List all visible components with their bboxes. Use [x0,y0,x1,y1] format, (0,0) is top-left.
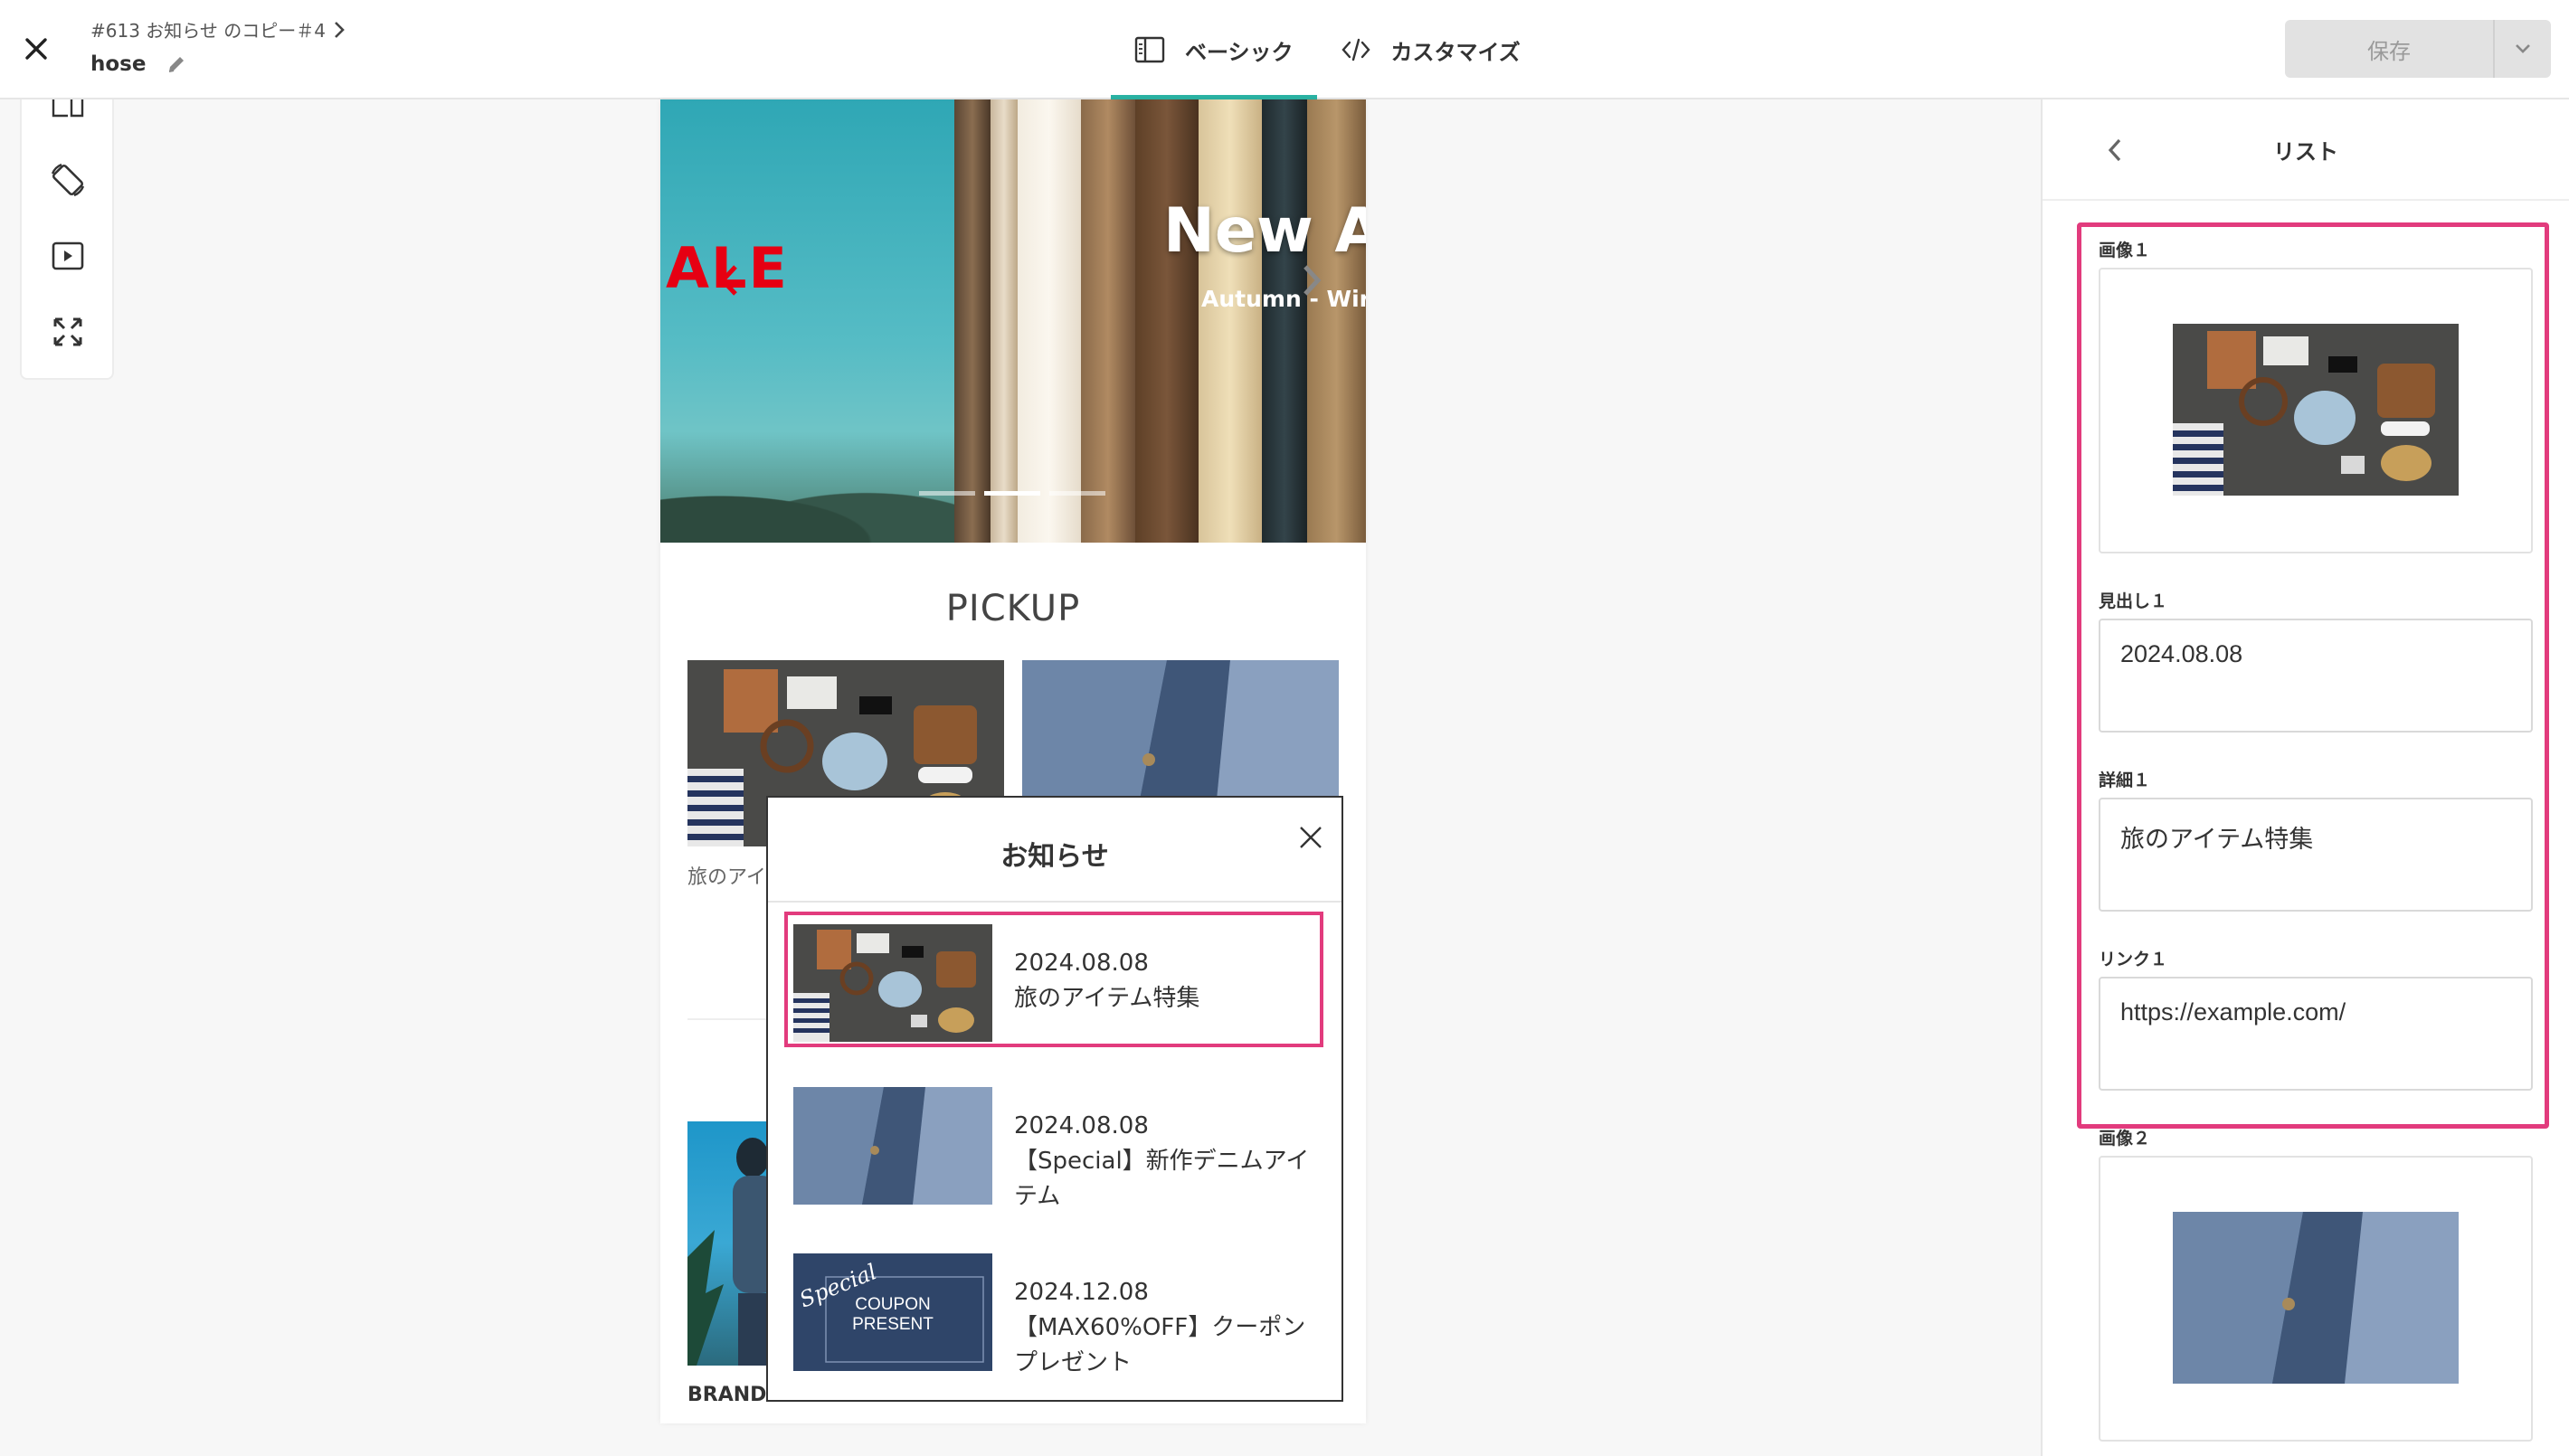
coupon-line2-text: PRESENT [852,1315,934,1334]
notice-date: 2024.08.08 [1014,1112,1149,1139]
chevron-down-icon [2516,44,2530,53]
device-preview-icon[interactable] [45,90,90,136]
notice-meta: 2024.08.08 旅のアイテム特集 [1014,946,1322,1016]
close-icon[interactable] [16,29,56,69]
image2-picker[interactable] [2099,1156,2533,1442]
notice-meta: 2024.12.08 【MAX60%OFF】クーポンプレゼント [1014,1275,1322,1381]
link1-label: リンク１ [2099,950,2168,969]
heading1-input[interactable]: 2024.08.08 [2099,619,2533,733]
notice-item[interactable]: 2024.08.08 【Special】新作デニムアイテム [784,1074,1323,1210]
document-subtitle-text: hose [90,52,147,76]
settings-panel: リスト 画像１ 見出し１ 2024.08.08 詳細１ 旅のアイテム特集 リンク… [2041,99,2569,1456]
document-subtitle: hose [90,52,187,76]
document-title[interactable]: #613 お知らせ のコピー＃4 [90,16,346,43]
save-button-group: 保存 [2285,20,2551,78]
image1-picker[interactable] [2099,268,2533,553]
notice-item[interactable]: Special COUPON PRESENT 2024.12.08 【MAX60… [784,1241,1323,1376]
coupon-line1-text: COUPON [855,1295,930,1314]
image1-thumbnail [2173,324,2459,496]
hero-dot-active[interactable] [984,491,1040,496]
hero-next-arrow-icon[interactable] [1294,258,1330,303]
tab-customize[interactable]: カスタマイズ [1317,0,1544,99]
pencil-icon[interactable] [166,53,187,75]
image2-thumbnail [2173,1212,2459,1384]
link1-input[interactable]: https://example.com/ [2099,977,2533,1091]
layout-sidebar-icon [1134,36,1165,63]
panel-title: リスト [2273,139,2338,165]
notice-date: 2024.08.08 [1014,950,1149,977]
tab-basic-label: ベーシック [1185,39,1294,65]
pickup-title: PICKUP [945,588,1081,629]
notice-date: 2024.12.08 [1014,1279,1149,1306]
notice-text: 旅のアイテム特集 [1014,985,1200,1012]
tab-basic[interactable]: ベーシック [1111,0,1317,99]
detail1-input[interactable]: 旅のアイテム特集 [2099,798,2533,912]
hero-slider[interactable]: ALE New Arr Autumn - Wir [660,99,1366,543]
panel-header: リスト [2043,99,2569,201]
chevron-right-icon [335,21,345,38]
hero-dot[interactable] [919,491,975,496]
image2-label: 画像２ [2099,1129,2151,1149]
notice-meta: 2024.08.08 【Special】新作デニムアイテム [1014,1109,1322,1215]
detail1-label: 詳細１ [2099,771,2151,790]
save-button[interactable]: 保存 [2285,20,2493,78]
tab-customize-label: カスタマイズ [1390,39,1521,65]
rotate-device-icon[interactable] [45,157,90,203]
hero-pagination [919,491,1105,496]
notice-thumbnail-denim [793,1087,992,1205]
notice-thumbnail-flatlay [793,924,992,1042]
notice-modal: お知らせ 2024.08.08 旅のアイテム特集 2024.08.08 【Spe… [766,796,1343,1402]
notice-text: 【Special】新作デニムアイテム [1014,1148,1310,1210]
play-preview-icon[interactable] [45,233,90,279]
top-bar: #613 お知らせ のコピー＃4 hose ベーシック カスタマイズ 保存 [0,0,2569,99]
save-options-dropdown[interactable] [2493,20,2551,78]
hero-prev-arrow-icon[interactable] [711,258,747,303]
notice-modal-title: お知らせ [1000,841,1109,873]
hero-dot[interactable] [1049,491,1105,496]
editor-tabs: ベーシック カスタマイズ [1111,0,1544,99]
pickup-caption: 旅のアイ [687,866,766,889]
code-icon [1341,38,1370,61]
hero-subtitle: Autumn - Wir [1201,286,1366,312]
hero-slide-clothes-image [954,99,1366,543]
document-title-text: #613 お知らせ のコピー＃4 [90,20,326,42]
close-icon[interactable] [1291,818,1331,857]
heading1-label: 見出し１ [2099,591,2168,611]
notice-text: 【MAX60%OFF】クーポンプレゼント [1014,1314,1306,1376]
hero-title: New Arr [1163,195,1366,267]
preview-toolbar [20,99,114,380]
modal-divider [768,901,1341,903]
notice-thumbnail-coupon: Special COUPON PRESENT [793,1253,992,1371]
hero-slide-sale-image [660,99,954,543]
image1-label: 画像１ [2099,241,2151,260]
fullscreen-icon[interactable] [45,309,90,355]
notice-item[interactable]: 2024.08.08 旅のアイテム特集 [784,912,1323,1047]
